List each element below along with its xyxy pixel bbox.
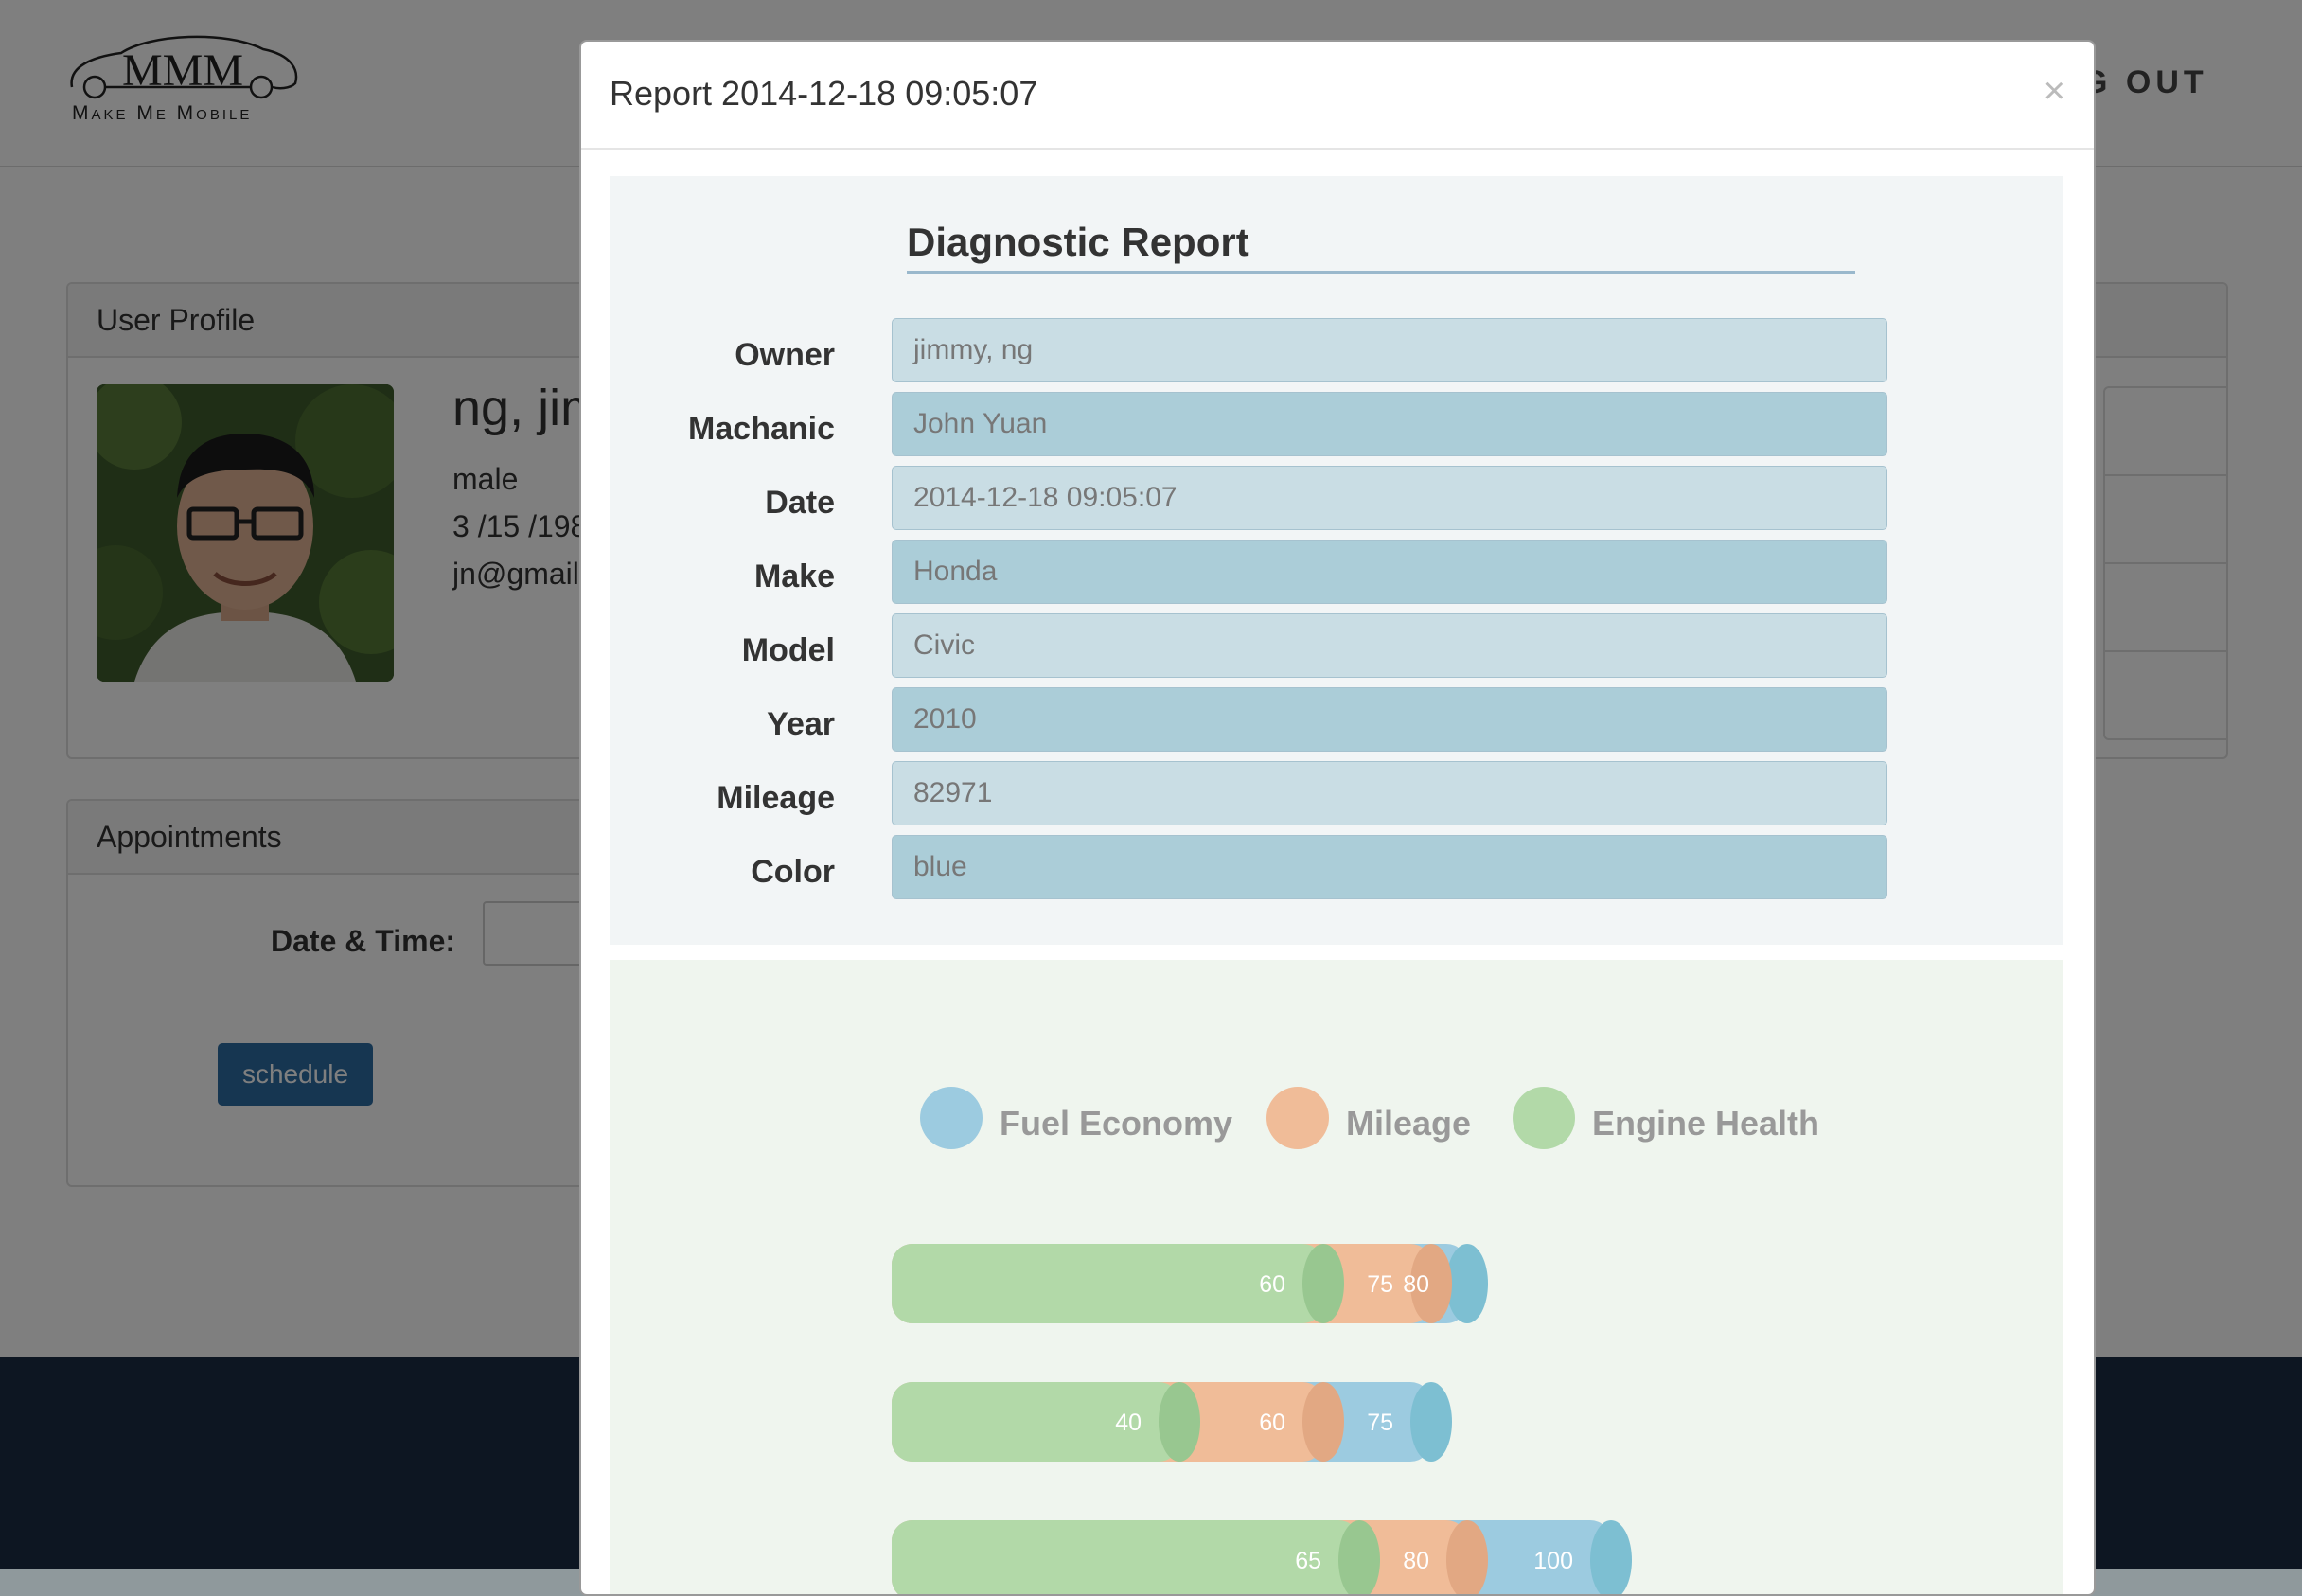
year-label: Year	[767, 706, 835, 742]
report-title: Diagnostic Report	[907, 220, 1855, 274]
bar-label-engine-health-3: 65	[1295, 1548, 1321, 1574]
model-field[interactable]: Civic	[892, 613, 1887, 678]
bar-chart-svg: 80 75 60 75 60 40 100 80 65	[892, 1244, 1632, 1594]
mileage-label: Mileage	[717, 780, 835, 816]
machanic-label: Machanic	[688, 411, 835, 447]
date-field[interactable]: 2014-12-18 09:05:07	[892, 466, 1887, 530]
color-field[interactable]: blue	[892, 835, 1887, 899]
make-label: Make	[753, 559, 835, 594]
modal-header: Report 2014-12-18 09:05:07 ×	[581, 42, 2094, 150]
year-field[interactable]: 2010	[892, 687, 1887, 752]
owner-label: Owner	[735, 337, 835, 373]
bar-label-fuel-economy-2: 75	[1367, 1410, 1393, 1436]
bar-cap-engine-health-1	[1302, 1244, 1344, 1323]
bar-cap-fuel-economy-2	[1410, 1382, 1452, 1462]
mileage-field[interactable]: 82971	[892, 761, 1887, 825]
bar-label-mileage-2: 60	[1259, 1410, 1285, 1436]
modal-title: Report 2014-12-18 09:05:07	[610, 74, 1038, 113]
diagnostic-chart: Fuel Economy Mileage Engine Health 80 75 6…	[610, 960, 2063, 1594]
owner-field[interactable]: jimmy, ng	[892, 318, 1887, 382]
machanic-field[interactable]: John Yuan	[892, 392, 1887, 456]
bar-cap-engine-health-2	[1159, 1382, 1200, 1462]
bar-cap-mileage-2	[1302, 1382, 1344, 1462]
date-label: Date	[765, 485, 835, 521]
bar-label-fuel-economy-1: 80	[1403, 1271, 1429, 1298]
bar-label-mileage-3: 80	[1403, 1548, 1429, 1574]
close-icon[interactable]: ×	[2044, 70, 2065, 113]
bar-label-engine-health-1: 60	[1259, 1271, 1285, 1298]
bar-engine-health-3	[892, 1520, 1359, 1594]
bar-label-engine-health-2: 40	[1115, 1410, 1142, 1436]
color-label: Color	[751, 854, 835, 890]
bar-label-fuel-economy-3: 100	[1533, 1548, 1573, 1574]
model-label: Model	[741, 632, 835, 668]
make-field[interactable]: Honda	[892, 540, 1887, 604]
diagnostic-report: Diagnostic Report Owner jimmy, ng Machan…	[610, 176, 2063, 945]
report-modal: Report 2014-12-18 09:05:07 × Diagnostic …	[579, 40, 2096, 1596]
bar-label-mileage-1: 75	[1367, 1271, 1393, 1298]
bar-cap-fuel-economy-1	[1446, 1244, 1488, 1323]
